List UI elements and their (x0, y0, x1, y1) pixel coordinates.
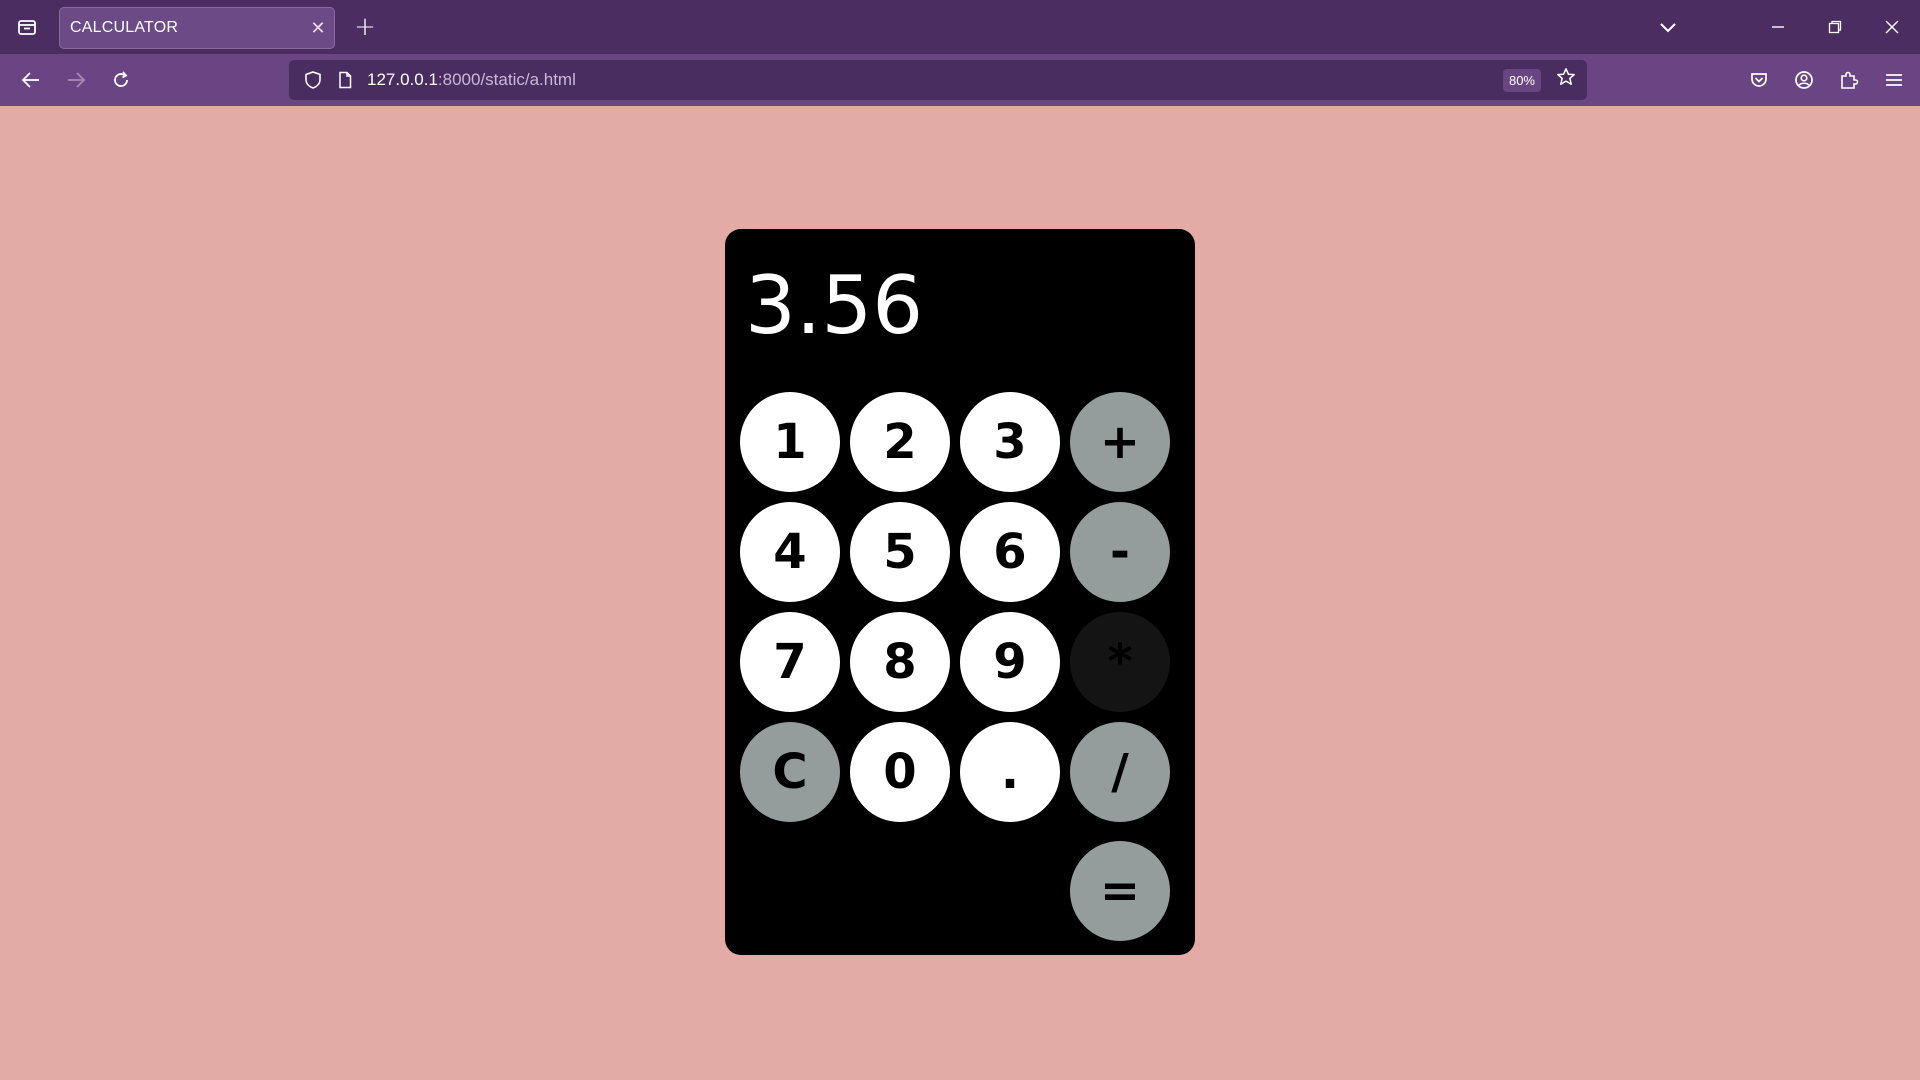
shield-icon[interactable] (297, 60, 329, 100)
zoom-level-badge[interactable]: 80% (1502, 68, 1541, 92)
navigation-bar: 127.0.0.1:8000/static/a.html 80% (0, 54, 1920, 106)
url-text[interactable]: 127.0.0.1:8000/static/a.html (367, 70, 1503, 90)
list-all-tabs-chevron-icon[interactable] (1639, 0, 1696, 54)
key-plus[interactable]: + (1070, 392, 1170, 492)
restore-icon[interactable] (1806, 0, 1863, 54)
key-5[interactable]: 5 (850, 502, 950, 602)
key-divide[interactable]: / (1070, 722, 1170, 822)
url-host: 127.0.0.1 (367, 70, 438, 89)
key-decimal-point[interactable]: . (960, 722, 1060, 822)
menu-hamburger-icon[interactable] (1871, 60, 1916, 100)
tab-title: CALCULATOR (70, 19, 179, 36)
firefox-view-icon[interactable] (0, 0, 54, 54)
url-path: :8000/static/a.html (437, 70, 576, 89)
close-window-icon[interactable] (1863, 0, 1920, 54)
key-2[interactable]: 2 (850, 392, 950, 492)
forward-arrow-icon[interactable] (53, 60, 98, 100)
back-arrow-icon[interactable] (8, 60, 53, 100)
key-0[interactable]: 0 (850, 722, 950, 822)
key-8[interactable]: 8 (850, 612, 950, 712)
key-4[interactable]: 4 (740, 502, 840, 602)
browser-tab[interactable]: CALCULATOR ✕ (59, 7, 335, 49)
key-minus[interactable]: - (1070, 502, 1170, 602)
calculator: 3.56 1 2 3 + 4 5 6 - 7 8 9 * C 0 . / = (725, 229, 1195, 955)
reload-icon[interactable] (98, 60, 143, 100)
tab-bar: CALCULATOR ✕ + (0, 0, 1920, 54)
key-6[interactable]: 6 (960, 502, 1060, 602)
calculator-display: 3.56 (745, 259, 924, 352)
bookmark-star-icon[interactable] (1549, 67, 1583, 93)
pocket-icon[interactable] (1736, 60, 1781, 100)
extensions-puzzle-icon[interactable] (1826, 60, 1871, 100)
key-1[interactable]: 1 (740, 392, 840, 492)
key-multiply[interactable]: * (1070, 612, 1170, 712)
account-icon[interactable] (1781, 60, 1826, 100)
key-9[interactable]: 9 (960, 612, 1060, 712)
tab-close-icon[interactable]: ✕ (302, 18, 334, 39)
address-bar[interactable]: 127.0.0.1:8000/static/a.html 80% (289, 60, 1587, 100)
key-clear[interactable]: C (740, 722, 840, 822)
page-icon[interactable] (329, 60, 361, 100)
new-tab-plus-icon[interactable]: + (345, 7, 385, 47)
minimize-icon[interactable] (1749, 0, 1806, 54)
key-7[interactable]: 7 (740, 612, 840, 712)
key-3[interactable]: 3 (960, 392, 1060, 492)
key-equals[interactable]: = (1070, 841, 1170, 941)
